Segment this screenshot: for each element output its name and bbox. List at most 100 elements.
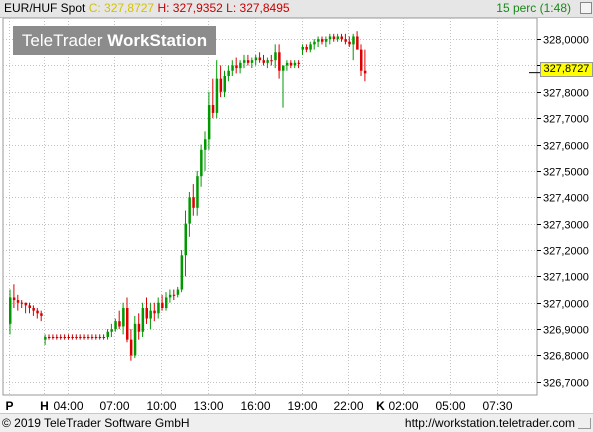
watermark-product: WorkStation bbox=[107, 31, 208, 50]
candle-body bbox=[192, 197, 195, 208]
candle-body bbox=[204, 139, 207, 150]
candle-body bbox=[106, 331, 109, 337]
plot-area bbox=[2, 18, 538, 396]
y-tick-label: 327,2000 bbox=[543, 246, 589, 258]
candle-body bbox=[360, 49, 363, 71]
candle-body bbox=[352, 36, 355, 45]
candle-body bbox=[168, 294, 172, 298]
candle-body bbox=[133, 323, 137, 356]
candle-body bbox=[67, 337, 70, 338]
y-tick-label: 326,7000 bbox=[543, 378, 589, 390]
chart-header: EUR/HUF Spot C: 327,8727 H: 327,9352 L: … bbox=[0, 0, 593, 18]
low-value: L: 327,8495 bbox=[226, 1, 290, 15]
candle-body bbox=[137, 323, 141, 332]
candle-body bbox=[122, 308, 125, 327]
candle-body bbox=[309, 44, 312, 50]
candle-body bbox=[71, 337, 74, 338]
candle-body bbox=[28, 305, 31, 308]
symbol-name: EUR/HUF Spot bbox=[4, 1, 86, 15]
footer-bar: © 2019 TeleTrader Software GmbH http://w… bbox=[0, 413, 593, 432]
y-tick-label: 327,7000 bbox=[543, 114, 589, 126]
x-tick-label: 10:00 bbox=[146, 399, 176, 413]
candle-body bbox=[282, 65, 285, 71]
candle-body bbox=[239, 62, 242, 69]
candle-body bbox=[211, 105, 215, 113]
candle-body bbox=[254, 57, 258, 61]
candle-body bbox=[270, 60, 273, 62]
close-value: C: 327,8727 bbox=[88, 1, 155, 15]
candle-body bbox=[75, 337, 78, 338]
candle-body bbox=[40, 313, 43, 316]
candle-body bbox=[153, 310, 156, 314]
candle-body bbox=[20, 302, 24, 304]
candle-body bbox=[266, 60, 269, 63]
candle-body bbox=[141, 308, 145, 332]
period-label[interactable]: 15 perc (1:48) bbox=[496, 0, 571, 17]
candle-body bbox=[332, 36, 336, 40]
resize-grip-icon[interactable] bbox=[578, 418, 591, 429]
candle-body bbox=[305, 47, 308, 50]
candle-body bbox=[297, 62, 301, 64]
candle-body bbox=[356, 36, 359, 50]
x-tick-label: 13:00 bbox=[193, 399, 223, 413]
candle-body bbox=[87, 337, 90, 338]
y-tick-label: 326,8000 bbox=[543, 351, 589, 363]
candle-body bbox=[344, 39, 347, 42]
candle-body bbox=[278, 52, 281, 71]
y-tick-label: 327,5000 bbox=[543, 167, 589, 179]
candle-body bbox=[79, 337, 82, 338]
candle-body bbox=[102, 337, 106, 338]
x-tick-label: K bbox=[376, 399, 385, 413]
candlestick-chart[interactable]: 326,7000 326,8000 326,9000 327,0000 327,1000… bbox=[0, 18, 593, 413]
candle-body bbox=[223, 76, 226, 92]
candle-body bbox=[301, 47, 304, 50]
candle-body bbox=[289, 62, 293, 66]
candle-body bbox=[145, 308, 148, 319]
candle-body bbox=[12, 297, 16, 301]
x-tick-label: 05:00 bbox=[435, 399, 465, 413]
y-tick-label: 327,8000 bbox=[543, 88, 589, 100]
copyright-text: © 2019 TeleTrader Software GmbH bbox=[2, 416, 190, 430]
x-tick-label: 19:00 bbox=[287, 399, 317, 413]
candle-body bbox=[317, 39, 320, 42]
candle-body bbox=[231, 65, 234, 71]
candle-body bbox=[321, 39, 324, 42]
x-tick-label: H bbox=[40, 399, 49, 413]
candle-body bbox=[188, 197, 191, 224]
candle-body bbox=[48, 337, 51, 338]
candle-body bbox=[94, 337, 98, 338]
candle-body bbox=[246, 60, 250, 63]
window-corner-button[interactable] bbox=[580, 2, 592, 14]
candle-body bbox=[227, 70, 230, 76]
candle-body bbox=[250, 60, 254, 63]
candle-body bbox=[63, 337, 67, 338]
candle-body bbox=[235, 65, 238, 69]
candle-body bbox=[51, 337, 55, 338]
candle-body bbox=[55, 337, 59, 338]
candle-body bbox=[184, 223, 187, 256]
candle-body bbox=[110, 329, 113, 332]
watermark-brand: TeleTrader bbox=[21, 31, 103, 50]
candle-body bbox=[262, 60, 265, 63]
x-tick-label: 04:00 bbox=[53, 399, 83, 413]
candle-body bbox=[129, 339, 133, 356]
y-tick-label: 328,0000 bbox=[543, 35, 589, 47]
x-tick-label: 02:00 bbox=[388, 399, 418, 413]
footer-url-link[interactable]: http://workstation.teletrader.com bbox=[405, 414, 575, 432]
candle-body bbox=[363, 70, 367, 74]
y-tick-label: 327,1000 bbox=[543, 272, 589, 284]
candle-body bbox=[126, 308, 129, 340]
candle-body bbox=[200, 149, 203, 177]
candle-body bbox=[180, 255, 184, 290]
candle-body bbox=[118, 321, 121, 327]
candle-body bbox=[274, 52, 277, 61]
candle-body bbox=[36, 310, 39, 314]
x-tick-label: 16:00 bbox=[240, 399, 270, 413]
candle-body bbox=[83, 337, 86, 338]
candle-body bbox=[207, 105, 211, 140]
candle-body bbox=[165, 297, 168, 308]
candle-body bbox=[98, 337, 102, 338]
candle-body bbox=[243, 60, 246, 63]
x-tick-label: 07:00 bbox=[99, 399, 129, 413]
candle-body bbox=[196, 176, 199, 208]
